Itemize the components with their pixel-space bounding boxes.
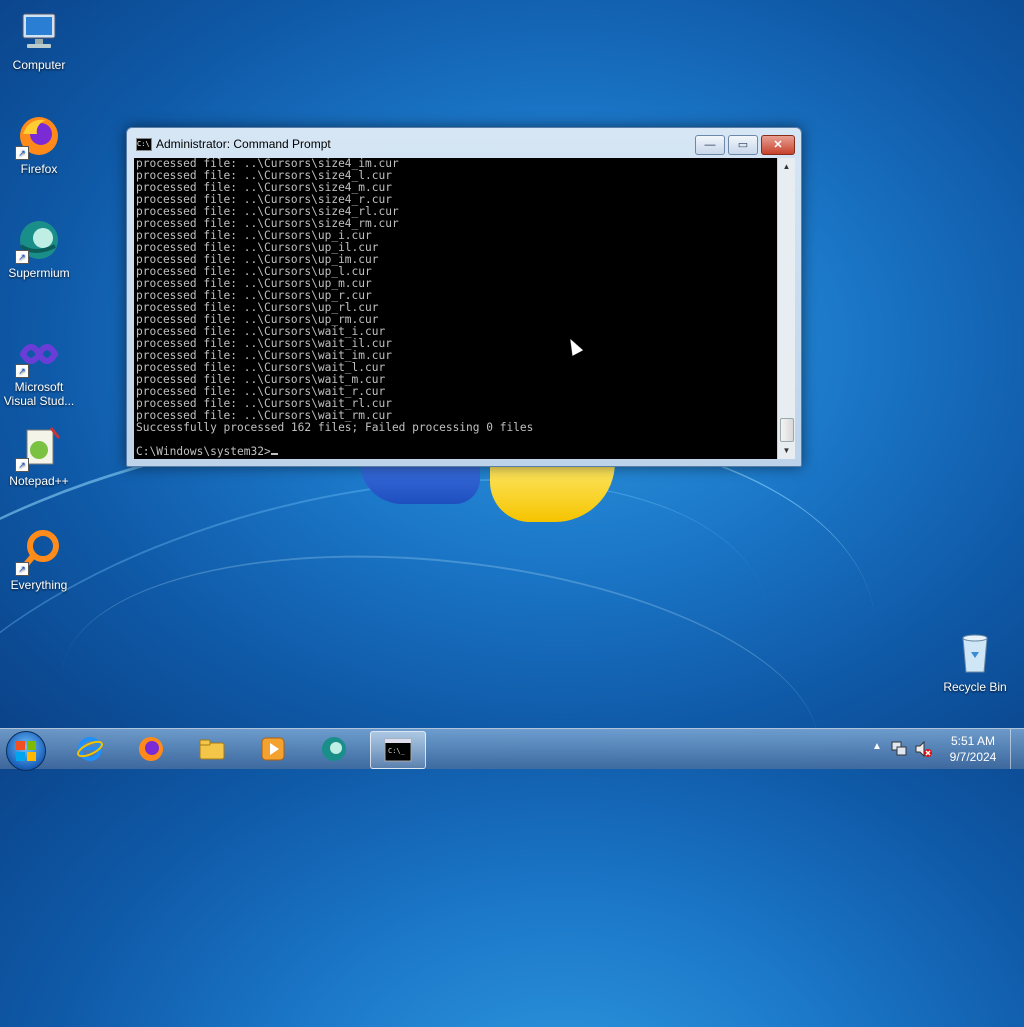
desktop-icon-label: Computer [12, 58, 66, 72]
computer-icon [15, 8, 63, 56]
wallpaper-swirl [46, 521, 834, 901]
start-logo-green [27, 741, 36, 750]
desktop-icon-everything[interactable]: ↗ Everything [0, 528, 78, 592]
scrollbar-thumb[interactable] [780, 418, 794, 442]
start-logo-yellow [27, 752, 36, 761]
taskbar-command-prompt[interactable]: C:\_ [370, 731, 426, 769]
shortcut-arrow-icon: ↗ [15, 364, 29, 378]
wallpaper-logo-blue [360, 462, 480, 504]
window-title: Administrator: Command Prompt [156, 137, 331, 151]
media-player-icon [261, 737, 285, 761]
taskbar-internet-explorer[interactable] [63, 731, 117, 767]
supermium-icon [322, 737, 346, 761]
everything-search-icon: ↗ [15, 528, 63, 576]
clock-time[interactable]: 5:51 AM [946, 734, 1000, 748]
console-line: Successfully processed 162 files; Failed… [136, 421, 534, 434]
visual-studio-icon: ↗ [15, 330, 63, 378]
shortcut-arrow-icon: ↗ [15, 562, 29, 576]
scroll-down-arrow-icon[interactable]: ▼ [778, 442, 795, 459]
close-button[interactable]: ✕ [761, 135, 795, 155]
shortcut-arrow-icon: ↗ [15, 146, 29, 160]
desktop-icon-label: Notepad++ [9, 474, 69, 488]
vertical-scrollbar[interactable]: ▲ ▼ [777, 158, 795, 459]
file-explorer-icon [199, 739, 225, 760]
desktop-icon-label: Microsoft Visual Stud... [3, 380, 75, 408]
start-logo-red [16, 741, 25, 750]
notepadpp-icon: ↗ [15, 424, 63, 472]
taskbar-supermium[interactable] [307, 731, 361, 767]
recycle-bin-icon [951, 630, 999, 678]
desktop-icon-label: Recycle Bin [943, 680, 1007, 694]
desktop-icon-label: Firefox [20, 162, 58, 176]
svg-text:C:\_: C:\_ [388, 747, 406, 755]
text-cursor [270, 453, 278, 455]
command-prompt-icon: C:\ [136, 138, 152, 151]
show-desktop-button[interactable] [1010, 729, 1024, 769]
desktop-icon-label: Supermium [8, 266, 70, 280]
supermium-icon: ↗ [15, 216, 63, 264]
taskbar-file-explorer[interactable] [185, 731, 239, 767]
firefox-icon: ↗ [15, 112, 63, 160]
clock-date[interactable]: 9/7/2024 [946, 750, 1000, 764]
desktop-icon-visual-studio[interactable]: ↗ Microsoft Visual Stud... [0, 330, 78, 408]
firefox-icon [139, 737, 163, 761]
wallpaper-logo-yellow [490, 462, 615, 522]
taskbar-media-player[interactable] [246, 731, 300, 767]
desktop-icon-notepadpp[interactable]: ↗ Notepad++ [0, 424, 78, 488]
maximize-button[interactable]: ▭ [728, 135, 758, 155]
desktop-icon-label: Everything [10, 578, 68, 592]
shortcut-arrow-icon: ↗ [15, 250, 29, 264]
console-prompt: C:\Windows\system32> [136, 445, 271, 458]
scroll-up-arrow-icon[interactable]: ▲ [778, 158, 795, 175]
volume-muted-icon[interactable] [914, 740, 932, 758]
console-output[interactable]: processed file: ..\Cursors\size4_im.cur p… [134, 158, 777, 459]
show-hidden-icons-arrow-icon[interactable]: ▲ [872, 741, 882, 752]
shortcut-arrow-icon: ↗ [15, 458, 29, 472]
start-button[interactable] [6, 731, 46, 771]
command-prompt-window[interactable]: C:\ Administrator: Command Prompt — ▭ ✕ … [126, 127, 802, 467]
internet-explorer-icon [77, 737, 103, 761]
console-prompt-line[interactable]: C:\Windows\system32> [136, 446, 278, 458]
window-titlebar[interactable]: C:\ Administrator: Command Prompt — ▭ ✕ [127, 128, 801, 158]
command-prompt-icon: C:\_ [384, 738, 412, 762]
desktop-icon-recycle-bin[interactable]: Recycle Bin [936, 630, 1014, 694]
system-tray: ▲ 5:51 AM 9/7/2024 [866, 729, 1024, 769]
network-icon[interactable] [890, 740, 908, 758]
desktop-icon-computer[interactable]: Computer [0, 8, 78, 72]
console-lines: processed file: ..\Cursors\size4_im.cur p… [134, 158, 777, 434]
taskbar-firefox[interactable] [124, 731, 178, 767]
desktop-icon-supermium[interactable]: ↗ Supermium [0, 216, 78, 280]
start-logo-blue [16, 752, 25, 761]
minimize-button[interactable]: — [695, 135, 725, 155]
taskbar: C:\_ ▲ 5:51 AM 9/7/2024 [0, 728, 1024, 771]
desktop-icon-firefox[interactable]: ↗ Firefox [0, 112, 78, 176]
